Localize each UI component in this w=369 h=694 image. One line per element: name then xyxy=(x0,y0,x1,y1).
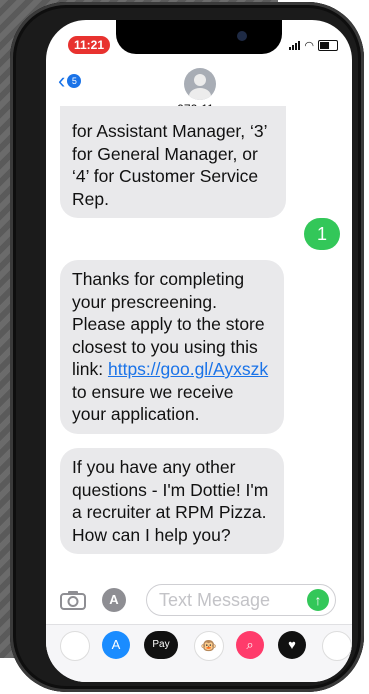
phone-frame: 11:21 ◠ ‹ 5 972-11 › for Assistant Manag… xyxy=(10,2,364,692)
status-time: 11:21 xyxy=(68,36,110,54)
message-bubble-received[interactable]: for Assistant Manager, ‘3’ for General M… xyxy=(60,106,286,218)
front-camera xyxy=(237,31,247,41)
image-search-icon[interactable]: ⌕ xyxy=(236,631,264,659)
contact-avatar[interactable] xyxy=(184,68,216,100)
person-icon xyxy=(194,74,206,86)
camera-icon[interactable] xyxy=(60,590,86,610)
battery-icon xyxy=(318,39,338,51)
digital-touch-heart-icon[interactable]: ♥ xyxy=(278,631,306,659)
app-store-drawer-icon[interactable]: A xyxy=(102,588,126,612)
message-bubble-sent[interactable]: 1 xyxy=(304,218,340,250)
apple-pay-label: Pay xyxy=(152,639,170,650)
person-icon-body xyxy=(189,88,211,100)
notch xyxy=(116,20,282,54)
back-button[interactable]: ‹ 5 xyxy=(58,68,82,93)
app-store-icon[interactable]: A xyxy=(102,631,130,659)
input-placeholder: Text Message xyxy=(159,590,271,610)
chevron-left-icon: ‹ xyxy=(58,68,66,93)
message-text: to ensure we receive your application. xyxy=(72,381,234,425)
animoji-monkey-icon[interactable]: 🐵 xyxy=(194,631,224,661)
wifi-icon: ◠ xyxy=(304,39,314,52)
cellular-signal-icon xyxy=(289,40,301,50)
message-bubble-received[interactable]: Thanks for completing your prescreening.… xyxy=(60,260,284,434)
message-bubble-received[interactable]: If you have any other questions - I'm Do… xyxy=(60,448,284,554)
message-link[interactable]: https://goo.gl/Ayxszk xyxy=(108,359,268,379)
unread-count-badge: 5 xyxy=(67,74,82,88)
photos-icon[interactable]: ✿ xyxy=(60,631,90,661)
apple-pay-icon[interactable]: Pay xyxy=(144,631,178,659)
screen: 11:21 ◠ ‹ 5 972-11 › for Assistant Manag… xyxy=(46,20,352,682)
text-message-input[interactable]: Text Message ↑ xyxy=(146,584,336,616)
imessage-app-tray: ✿ A Pay 🐵 ⌕ ♥ ♫ xyxy=(46,624,352,682)
message-composer: A Text Message ↑ xyxy=(46,582,352,622)
send-button[interactable]: ↑ xyxy=(307,589,329,611)
music-icon[interactable]: ♫ xyxy=(322,631,352,661)
status-indicators: ◠ xyxy=(289,38,338,52)
